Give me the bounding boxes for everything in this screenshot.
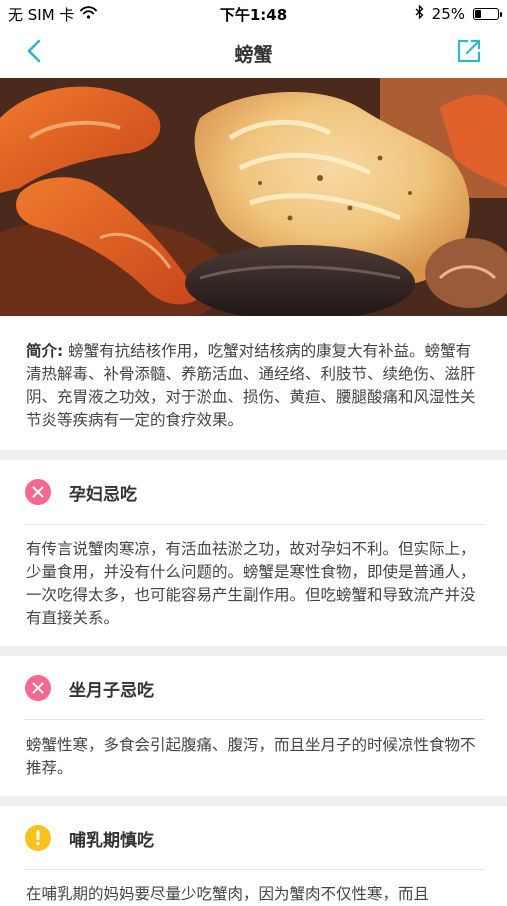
crab-dish-illustration: [0, 78, 507, 316]
status-left: 无 SIM 卡: [8, 4, 98, 25]
section-pregnant-text: 有传言说蟹肉寒凉，有活血祛淤之功，故对孕妇不利。但实际上，少量食用，并没有什么问…: [26, 540, 476, 627]
exclamation-circle-icon: [25, 825, 51, 851]
section-breastfeeding-header: 哺乳期慎吃: [0, 806, 507, 870]
back-button[interactable]: [20, 39, 48, 67]
section-postpartum-header: 坐月子忌吃: [0, 656, 507, 720]
wifi-icon: [80, 5, 98, 23]
navigation-bar: 螃蟹: [0, 28, 507, 78]
battery-icon: [473, 8, 502, 20]
intro-label: 简介:: [26, 342, 64, 360]
intro-text: 螃蟹有抗结核作用，吃蟹对结核病的康复大有补益。螃蟹有清热解毒、补骨添髓、养筋活血…: [26, 342, 476, 429]
section-gap: [0, 646, 507, 656]
section-pregnant-title: 孕妇忌吃: [69, 484, 137, 505]
chevron-left-icon: [27, 39, 41, 67]
divider: [24, 719, 484, 720]
status-right: 25%: [415, 4, 502, 23]
divider: [24, 524, 484, 525]
bluetooth-icon: [415, 4, 424, 23]
share-external-icon: [456, 38, 482, 68]
section-breastfeeding-title: 哺乳期慎吃: [69, 830, 154, 851]
section-gap: [0, 450, 507, 460]
section-postpartum-text: 螃蟹性寒，多食会引起腹痛、腹泻，而且坐月子的时候凉性食物不推荐。: [26, 736, 476, 777]
share-button[interactable]: [455, 39, 483, 67]
x-circle-icon: [25, 479, 51, 505]
carrier-label: 无 SIM 卡: [8, 5, 75, 24]
section-breastfeeding-text: 在哺乳期的妈妈要尽量少吃蟹肉，因为蟹肉不仅性寒，而且: [26, 885, 430, 903]
intro-section: 简介: 螃蟹有抗结核作用，吃蟹对结核病的康复大有补益。螃蟹有清热解毒、补骨添髓、…: [0, 316, 507, 450]
section-gap: [0, 796, 507, 806]
section-postpartum-title: 坐月子忌吃: [69, 680, 154, 701]
crab-dish-photo: [0, 78, 507, 316]
battery-percent: 25%: [431, 5, 465, 23]
divider: [24, 869, 484, 870]
section-pregnant-header: 孕妇忌吃: [0, 460, 507, 524]
page-title: 螃蟹: [234, 43, 273, 66]
x-circle-icon: [25, 675, 51, 701]
battery-level-fill: [475, 10, 481, 18]
status-bar: 无 SIM 卡 下午1:48 25%: [0, 0, 507, 28]
